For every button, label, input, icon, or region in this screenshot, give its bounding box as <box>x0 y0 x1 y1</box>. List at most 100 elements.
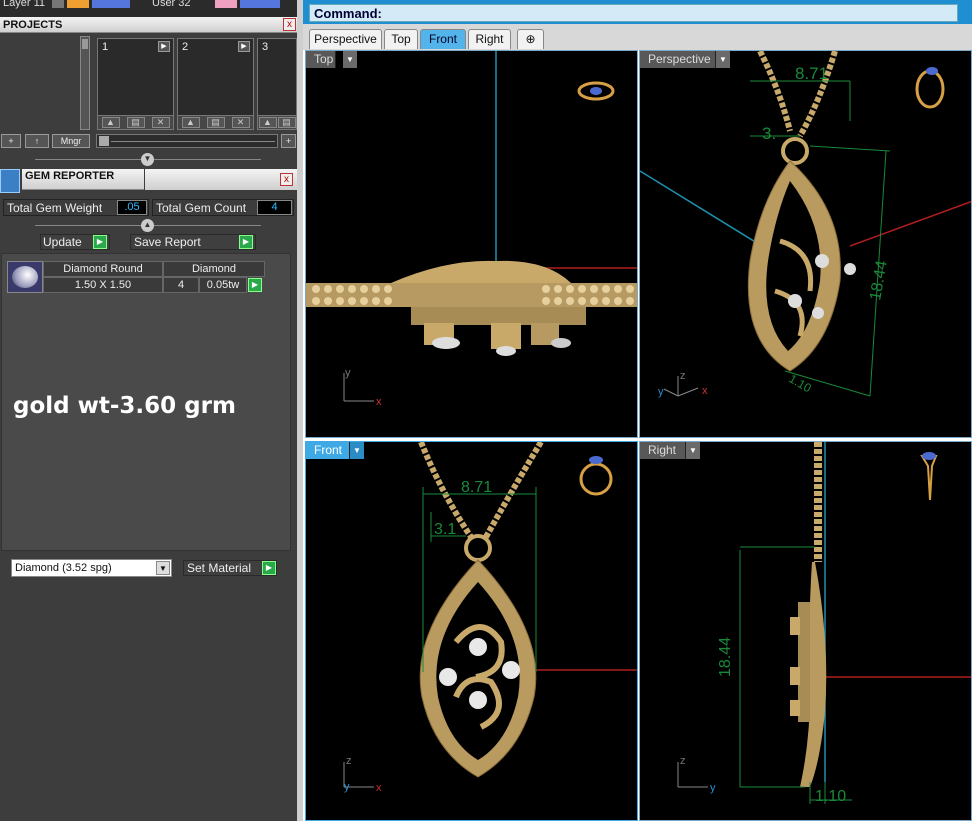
top-view-canvas: y x <box>306 51 637 408</box>
dim-width-label: 8.71 <box>461 479 492 496</box>
save-report-play-icon[interactable]: ▶ <box>239 235 253 249</box>
layer-color-swatch[interactable] <box>67 0 89 8</box>
total-gem-count-value: 4 <box>257 200 292 215</box>
dim-thick-label: 1.10 <box>815 788 846 805</box>
collapse-icon[interactable]: ▲ <box>141 219 154 232</box>
layer-strip: Layer 11 User 32 <box>0 0 297 17</box>
ring-icon <box>577 81 615 101</box>
slider-track <box>111 141 275 142</box>
set-material-play-icon[interactable]: ▶ <box>262 561 276 575</box>
gem-size-cell: 1.50 X 1.50 <box>43 277 163 293</box>
upload-icon[interactable]: ▲ <box>181 117 200 128</box>
gem-reporter-icon <box>0 169 20 193</box>
save-report-button[interactable]: Save Report <box>130 234 256 250</box>
axis-y-label: y <box>345 367 351 379</box>
command-label: Command: <box>314 6 382 21</box>
gem-row-play-icon[interactable]: ▶ <box>248 278 262 292</box>
move-up-button[interactable]: ↑ <box>25 134 49 148</box>
dim-height-label: 18.44 <box>717 637 734 677</box>
slider-handle[interactable] <box>99 136 109 146</box>
zoom-slider[interactable] <box>96 134 278 148</box>
delete-icon[interactable]: ✕ <box>151 117 170 128</box>
zoom-plus-button[interactable]: + <box>281 134 296 148</box>
viewport-right-label[interactable]: Right <box>640 442 686 459</box>
material-select[interactable]: Diamond (3.52 spg) ▼ <box>11 559 172 577</box>
dim-width-label: 8.71 <box>795 64 828 83</box>
chevron-down-icon[interactable]: ▼ <box>343 51 357 68</box>
viewport-front[interactable]: 8.71 3.1 z x y Front ▼ <box>305 441 638 821</box>
upload-icon[interactable]: ▲ <box>101 117 120 128</box>
viewport-area: Command: Perspective Top Front Right ⊕ y… <box>303 0 972 821</box>
material-select-value: Diamond (3.52 spg) <box>15 562 112 574</box>
axis-z-label: z <box>680 370 686 382</box>
project-slot-2[interactable]: 2 ▶ ▲ ▤ ✕ <box>177 38 254 130</box>
slot-number: 1 <box>102 41 109 53</box>
front-view-canvas: 8.71 3.1 z x y <box>343 442 637 794</box>
diamond-thumbnail-icon <box>7 261 43 293</box>
project-slot-1[interactable]: 1 ▶ ▲ ▤ ✕ <box>97 38 174 130</box>
save-icon[interactable]: ▤ <box>277 117 296 128</box>
set-material-label: Set Material <box>187 561 252 575</box>
viewport-front-label[interactable]: Front <box>306 442 350 459</box>
layer-label: Layer 11 <box>3 0 45 9</box>
upload-icon[interactable]: ▲ <box>258 117 277 128</box>
add-view-tab[interactable]: ⊕ <box>517 29 544 49</box>
diamond-shape <box>12 266 38 288</box>
chevron-down-icon[interactable]: ▼ <box>350 442 364 459</box>
delete-icon[interactable]: ✕ <box>231 117 250 128</box>
tab-right[interactable]: Right <box>468 29 511 49</box>
total-gem-weight-value: .05 <box>117 200 147 215</box>
total-gem-count-label: Total Gem Count <box>156 201 247 215</box>
update-label: Update <box>43 235 82 249</box>
layer-toggle[interactable] <box>52 0 64 8</box>
update-play-icon[interactable]: ▶ <box>93 235 107 249</box>
axis-y-label: y <box>710 782 716 794</box>
gem-reporter-header-fill <box>145 169 297 190</box>
tab-top[interactable]: Top <box>384 29 418 49</box>
scrollbar-thumb[interactable] <box>82 39 88 49</box>
slot-buttons: ▲ ▤ ✕ <box>178 115 253 129</box>
project-slot-3[interactable]: 3 ▲ ▤ <box>257 38 297 130</box>
gold-weight-note: gold wt-3.60 grm <box>13 393 236 419</box>
user-color-swatch[interactable] <box>215 0 237 8</box>
dim-thick-label: 1.10 <box>787 371 815 395</box>
viewport-perspective-label[interactable]: Perspective <box>640 51 716 68</box>
slot-number: 2 <box>182 41 189 53</box>
manager-button[interactable]: Mngr <box>52 134 90 148</box>
play-icon[interactable]: ▶ <box>238 41 250 52</box>
total-gem-weight-label: Total Gem Weight <box>7 201 103 215</box>
projects-header: PROJECTS <box>0 17 297 33</box>
viewport-top[interactable]: y x Top ▼ <box>305 50 638 438</box>
chevron-down-icon[interactable]: ▼ <box>716 51 730 68</box>
projects-scrollbar[interactable] <box>80 36 90 130</box>
gem-weight-cell: 0.05tw <box>199 277 247 293</box>
projects-title: PROJECTS <box>3 19 63 31</box>
add-project-button[interactable]: + <box>1 134 21 148</box>
axis-z-label: z <box>680 755 686 767</box>
user-visibility[interactable] <box>240 0 280 8</box>
gem-reporter-close-button[interactable]: x <box>280 173 293 186</box>
viewport-perspective[interactable]: 8.71 3. 18.44 1.10 z x y Perspective ▼ <box>639 50 972 438</box>
layer-visibility[interactable] <box>92 0 130 8</box>
play-icon[interactable]: ▶ <box>158 41 170 52</box>
command-line[interactable]: Command: <box>309 4 958 22</box>
right-view-canvas: 18.44 1.10 z y <box>677 442 971 805</box>
axis-y-label: y <box>658 386 664 398</box>
chevron-down-icon[interactable]: ▼ <box>156 561 170 575</box>
tab-perspective[interactable]: Perspective <box>309 29 382 49</box>
perspective-view-canvas: 8.71 3. 18.44 1.10 z x y <box>640 51 971 398</box>
ring-icon <box>915 67 945 109</box>
projects-close-button[interactable]: x <box>283 18 296 31</box>
tab-front[interactable]: Front <box>420 29 466 49</box>
viewport-top-label[interactable]: Top <box>306 51 336 68</box>
axis-x-label: x <box>376 396 382 408</box>
save-icon[interactable]: ▤ <box>206 117 225 128</box>
gem-reporter-title: GEM REPORTER <box>25 170 115 182</box>
chevron-down-icon[interactable]: ▼ <box>686 442 700 459</box>
slot-buttons: ▲ ▤ ✕ <box>98 115 173 129</box>
view-tabs: Perspective Top Front Right ⊕ <box>303 24 972 50</box>
gem-type-header: Diamond <box>163 261 265 277</box>
collapse-icon[interactable]: ▼ <box>141 153 154 166</box>
save-icon[interactable]: ▤ <box>126 117 145 128</box>
viewport-right[interactable]: 18.44 1.10 z y Right ▼ <box>639 441 972 821</box>
